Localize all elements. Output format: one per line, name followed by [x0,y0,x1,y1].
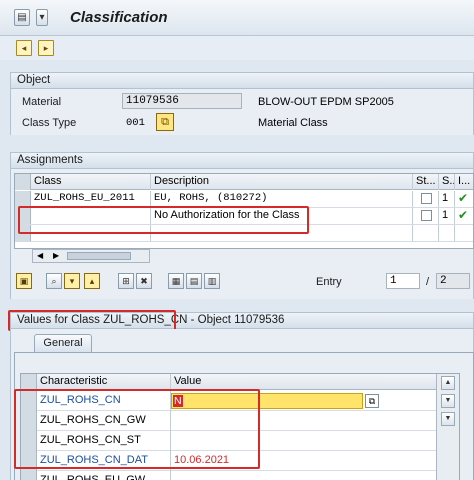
class-type-label: Class Type [22,117,77,129]
column-header-description[interactable]: Description [151,174,413,190]
values-section-title-object: - Object 11079536 [190,314,285,326]
entry-field[interactable]: 1 [386,273,420,289]
insert-row-icon[interactable]: ⊞ [118,273,134,289]
application-toolbar [0,36,474,60]
characteristics-table-header: Characteristic Value [21,374,459,390]
delete-row-icon[interactable]: ✖ [136,273,152,289]
menu-dropdown-icon[interactable]: ▾ [36,9,48,26]
column-header-s[interactable]: S... [439,174,455,190]
characteristic-name: ZUL_ROHS_EU_GW [37,471,171,480]
next-object-icon[interactable]: ▸ [38,40,54,56]
material-description: BLOW-OUT EPDM SP2005 [258,96,394,108]
row-status-checkbox[interactable] [421,193,432,204]
menu-icon[interactable]: ▤ [14,9,30,26]
entry-total-field: 2 [436,273,470,289]
object-section-body [10,89,474,135]
entry-separator: / [426,276,430,288]
entry-label: Entry [316,276,342,288]
class-type-search-icon[interactable]: ⧉ [156,113,174,131]
material-field[interactable]: 11079536 [122,93,242,109]
column-header-value[interactable]: Value [171,374,459,390]
scroll-thumb[interactable] [67,252,131,260]
table-export-icon[interactable]: ▤ [186,273,202,289]
previous-object-icon[interactable]: ◂ [16,40,32,56]
checkmark-icon: ✔ [458,208,469,222]
vertical-scrollbar[interactable]: ▲ ▼ ▼ [436,374,459,480]
characteristic-value[interactable] [171,471,459,480]
row-description: EU, ROHS, (810272) [151,191,413,207]
details-icon[interactable]: ▣ [16,273,32,289]
row-class: ZUL_ROHS_EU_2011 [31,191,151,207]
assignments-table-header: Class Description St... S... I... [15,174,473,190]
row-status-checkbox[interactable] [421,210,432,221]
column-header-i[interactable]: I... [455,174,473,190]
find-icon[interactable]: ⌕ [46,273,62,289]
row-s: 1 [439,208,455,224]
row-selector[interactable] [15,191,31,207]
class-type-description: Material Class [258,117,328,129]
class-type-value: 001 [126,117,145,129]
scroll-page-icon[interactable]: ▼ [441,412,455,426]
column-header-status[interactable]: St... [413,174,439,190]
page-title: Classification [70,9,168,26]
row-status-cell [413,191,439,207]
highlight-frame-values-title [8,310,176,331]
horizontal-scrollbar[interactable]: ◀ ▶ [32,249,150,263]
tab-general[interactable]: General [34,334,92,352]
row-status-cell [413,208,439,224]
checkmark-icon: ✔ [458,191,469,205]
scroll-left-icon[interactable]: ◀ [37,251,43,260]
table-print-icon[interactable]: ▥ [204,273,220,289]
row-selector[interactable] [21,471,37,480]
object-section-header: Object [10,72,474,89]
table-row[interactable]: ZUL_ROHS_EU_GW [21,471,459,480]
assignments-section-header: Assignments [10,152,474,169]
table-settings-icon[interactable]: ▦ [168,273,184,289]
scroll-up-icon[interactable]: ▴ [84,273,100,289]
column-header-characteristic[interactable]: Characteristic [37,374,171,390]
row-s: 1 [439,191,455,207]
scroll-down-icon[interactable]: ▼ [441,394,455,408]
highlight-frame-characteristics [14,389,260,469]
select-all-cell[interactable] [15,174,31,190]
scroll-right-icon[interactable]: ▶ [53,251,59,260]
highlight-frame-no-authorization [18,206,309,234]
value-help-icon[interactable]: ⧉ [365,394,379,408]
material-label: Material [22,96,62,108]
find-dropdown-icon[interactable]: ▾ [64,273,80,289]
column-header-class[interactable]: Class [31,174,151,190]
select-all-cell[interactable] [21,374,37,390]
scroll-up-icon[interactable]: ▲ [441,376,455,390]
